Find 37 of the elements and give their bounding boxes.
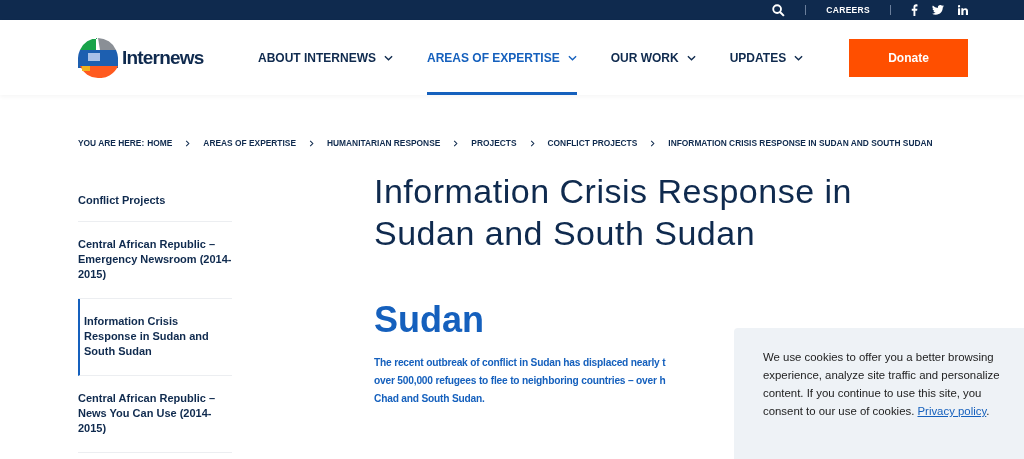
- chevron-icon: [529, 140, 535, 147]
- lead-text: over 500,000 refugees to flee to neighboring countries – over h: [374, 374, 667, 388]
- sidebar-item[interactable]: Central African Republic – News You Can Use (2014-2015): [78, 376, 232, 453]
- logo-text[interactable]: Internews: [122, 46, 204, 69]
- twitter-icon[interactable]: [932, 5, 944, 15]
- careers-link[interactable]: CAREERS: [826, 5, 870, 15]
- nav-tab[interactable]: UPDATES: [729, 20, 804, 95]
- nav-tab[interactable]: ABOUT INTERNEWS: [258, 20, 393, 95]
- search-icon[interactable]: [772, 3, 786, 17]
- chevron-icon: [567, 54, 577, 61]
- page-title: Information Crisis Response in Sudan and South Sudan: [374, 171, 853, 254]
- breadcrumb-link[interactable]: CONFLICT PROJECTS: [547, 137, 638, 150]
- cookie-text: We use cookies to offer you a better browsing experience, analyze site traffic and personalize content. If you continue to use this site, you consent to our use of cookies. Privacy policy.: [763, 350, 1001, 419]
- chevron-icon: [686, 54, 696, 61]
- chevron-icon: [185, 140, 191, 147]
- breadcrumb-link[interactable]: PROJECTS: [471, 137, 517, 150]
- sidebar-item[interactable]: Information Crisis Response in Sudan and South Sudan: [78, 299, 232, 376]
- chevron-icon: [650, 140, 656, 147]
- sidebar-heading[interactable]: Conflict Projects: [78, 178, 232, 222]
- breadcrumb-link[interactable]: AREAS OF EXPERTISE: [203, 137, 296, 150]
- nav-tab[interactable]: AREAS OF EXPERTISE: [427, 20, 577, 95]
- sidebar-item[interactable]: Central African Republic – Emergency Newsroom (2014-2015): [78, 222, 232, 299]
- breadcrumb-label: YOU ARE HERE:: [78, 137, 145, 150]
- nav-tab[interactable]: OUR WORK: [610, 20, 696, 95]
- facebook-icon[interactable]: [911, 4, 918, 16]
- chevron-icon: [384, 54, 393, 61]
- linkedin-icon[interactable]: [958, 5, 968, 15]
- logo-icon[interactable]: [78, 37, 118, 78]
- lead-text: The recent outbreak of conflict in Sudan has displaced nearly t: [374, 356, 667, 370]
- lead-text: Chad and South Sudan.: [374, 392, 486, 406]
- breadcrumb-link[interactable]: HOME: [147, 137, 173, 150]
- chevron-icon: [453, 140, 459, 147]
- chevron-icon: [308, 140, 314, 147]
- section-heading: Sudan: [374, 298, 485, 342]
- breadcrumb-link[interactable]: HUMANITARIAN RESPONSE: [326, 137, 441, 150]
- chevron-icon: [794, 54, 804, 61]
- breadcrumb-link[interactable]: INFORMATION CRISIS RESPONSE IN SUDAN AND SOUTH SUDAN: [668, 137, 933, 150]
